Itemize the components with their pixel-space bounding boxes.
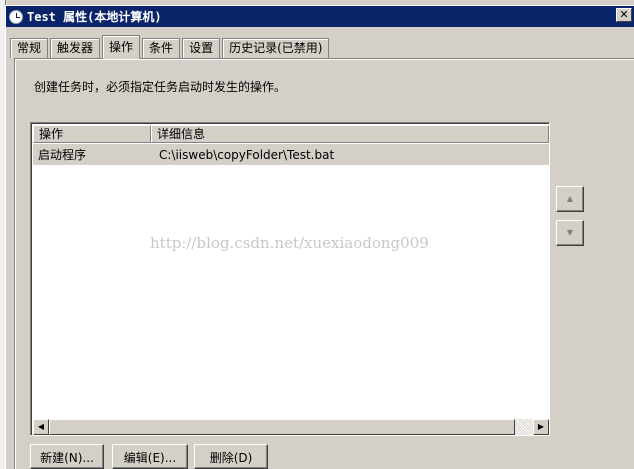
tab-conditions[interactable]: 条件 [142, 38, 181, 58]
tab-strip: 常规 触发器 操作 条件 设置 历史记录(已禁用) [10, 34, 331, 59]
column-header-action[interactable]: 操作 [33, 125, 151, 143]
tab-settings[interactable]: 设置 [182, 38, 221, 58]
tab-history[interactable]: 历史记录(已禁用) [222, 38, 330, 58]
close-icon[interactable]: ✕ [616, 8, 632, 22]
tab-actions[interactable]: 操作 [102, 35, 141, 59]
title-bar: Test 属性(本地计算机) ✕ [6, 6, 634, 27]
scroll-thumb[interactable] [49, 419, 515, 435]
move-down-icon[interactable]: ▼ [556, 220, 584, 246]
action-cell: 启动程序 [38, 148, 87, 162]
table-row[interactable]: 启动程序 C:\iisweb\copyFolder\Test.bat [33, 144, 549, 165]
scroll-left-icon[interactable]: ◀ [33, 419, 49, 435]
clock-icon [9, 9, 23, 24]
column-header-details[interactable]: 详细信息 [151, 125, 549, 143]
tab-triggers[interactable]: 触发器 [50, 38, 101, 58]
horizontal-scrollbar[interactable]: ◀ ▶ [33, 419, 549, 435]
window-title: Test 属性(本地计算机) [27, 10, 162, 24]
actions-list[interactable]: 操作 详细信息 启动程序 C:\iisweb\copyFolder\Test.b… [30, 122, 550, 436]
edit-button[interactable]: 编辑(E)... [112, 444, 188, 469]
scroll-right-icon[interactable]: ▶ [533, 419, 549, 435]
new-button[interactable]: 新建(N)... [30, 444, 104, 469]
scroll-track[interactable] [515, 419, 533, 435]
watermark: http://blog.csdn.net/xuexiaodong009 [150, 234, 429, 252]
list-header: 操作 详细信息 [33, 125, 549, 143]
move-up-icon[interactable]: ▲ [556, 186, 584, 212]
details-cell: C:\iisweb\copyFolder\Test.bat [159, 147, 335, 162]
instruction-text: 创建任务时，必须指定任务启动时发生的操作。 [34, 80, 287, 94]
delete-button[interactable]: 删除(D) [194, 444, 268, 469]
tab-general[interactable]: 常规 [10, 38, 49, 58]
